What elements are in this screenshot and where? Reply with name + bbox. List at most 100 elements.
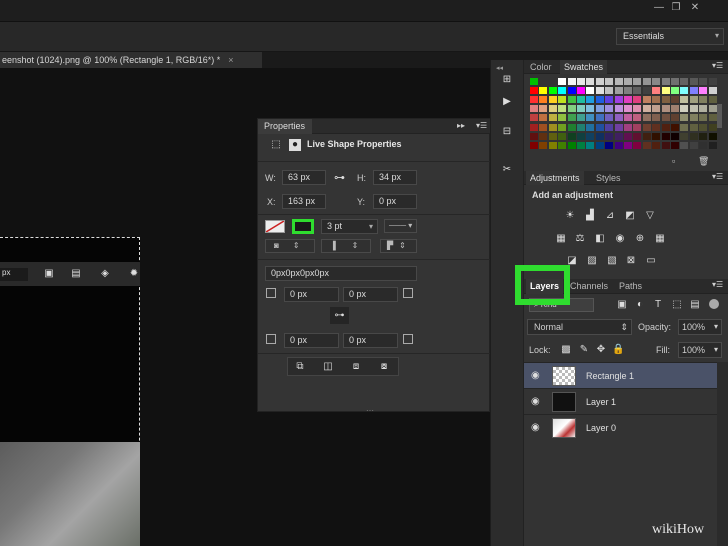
color-swatch[interactable] <box>577 114 585 122</box>
color-swatch[interactable] <box>652 78 661 85</box>
color-swatch[interactable] <box>586 114 595 122</box>
color-swatch[interactable] <box>530 105 538 113</box>
minimize-button[interactable]: — <box>651 2 667 14</box>
color-swatch[interactable] <box>548 141 557 149</box>
color-swatch[interactable] <box>708 105 717 113</box>
color-swatch[interactable] <box>586 96 595 104</box>
color-swatch[interactable] <box>689 114 698 122</box>
color-swatch[interactable] <box>671 123 679 131</box>
color-swatch[interactable] <box>661 87 670 95</box>
resize-grip-icon[interactable]: ⋯ <box>366 406 374 415</box>
color-swatch[interactable] <box>558 96 567 104</box>
tab-adjustments[interactable]: Adjustments <box>526 171 584 185</box>
link-dimensions-icon[interactable]: ⊶ <box>334 171 345 184</box>
corner-radius-summary[interactable]: 0px0px0px0px <box>265 266 417 281</box>
workspace-select[interactable]: Essentials ▾ <box>616 28 724 45</box>
color-swatch[interactable] <box>661 132 670 140</box>
color-swatch[interactable] <box>539 123 548 131</box>
color-swatch[interactable] <box>586 87 595 95</box>
lock-all-icon[interactable]: 🔒 <box>612 344 624 355</box>
brightness-contrast-icon[interactable]: ☀ <box>564 210 576 221</box>
gear-icon[interactable]: ✹ <box>128 268 140 280</box>
color-swatch[interactable] <box>642 123 651 131</box>
color-swatch[interactable] <box>680 78 689 85</box>
collapse-panel-icon[interactable]: ▸▸ <box>457 121 465 130</box>
color-swatch[interactable] <box>558 123 567 131</box>
color-swatch[interactable] <box>680 87 689 95</box>
stroke-type-select[interactable]: ─── ▾ <box>384 219 417 233</box>
color-swatch[interactable] <box>605 114 614 122</box>
color-swatch[interactable] <box>652 141 661 149</box>
eye-icon[interactable]: ◉ <box>531 396 543 408</box>
color-swatch[interactable] <box>661 105 670 113</box>
black-white-icon[interactable]: ◧ <box>594 233 606 244</box>
color-swatch[interactable] <box>595 132 604 140</box>
color-swatch[interactable] <box>539 105 548 113</box>
radius-top-right-field[interactable]: 0 px <box>343 287 398 302</box>
fill-swatch[interactable] <box>265 220 285 233</box>
tab-styles[interactable]: Styles <box>592 171 625 185</box>
color-swatch[interactable] <box>558 114 567 122</box>
color-swatch[interactable] <box>595 105 604 113</box>
color-swatch[interactable] <box>661 114 670 122</box>
eye-icon[interactable]: ◉ <box>531 422 543 434</box>
color-swatch[interactable] <box>671 105 679 113</box>
color-swatch[interactable] <box>614 123 623 131</box>
x-field[interactable]: 163 px <box>282 194 326 209</box>
color-swatch[interactable] <box>539 87 548 95</box>
color-swatch[interactable] <box>699 123 708 131</box>
color-swatch[interactable] <box>708 78 717 85</box>
combine-shapes-icon[interactable]: ⧉ <box>294 361 306 373</box>
color-swatch[interactable] <box>699 78 708 85</box>
tab-paths[interactable]: Paths <box>615 279 646 293</box>
color-swatch[interactable] <box>624 96 632 104</box>
lock-transparent-icon[interactable]: ▩ <box>560 344 572 355</box>
color-swatch[interactable] <box>699 132 708 140</box>
fill-field[interactable]: 100% ▾ <box>678 342 722 358</box>
color-swatch[interactable] <box>567 114 576 122</box>
color-swatch[interactable] <box>539 141 548 149</box>
color-swatch[interactable] <box>595 87 604 95</box>
subtract-front-icon[interactable]: ◫ <box>322 361 334 373</box>
color-swatch[interactable] <box>633 78 642 85</box>
color-swatch[interactable] <box>595 78 604 85</box>
color-swatch[interactable] <box>567 78 576 85</box>
color-swatch[interactable] <box>661 123 670 131</box>
color-swatch[interactable] <box>567 141 576 149</box>
panel-menu-icon[interactable]: ▾☰ <box>476 121 487 130</box>
color-swatch[interactable] <box>642 105 651 113</box>
color-swatch[interactable] <box>708 114 717 122</box>
filter-adjustment-icon[interactable]: ◐ <box>634 299 646 310</box>
filter-shape-icon[interactable]: ⬚ <box>671 299 683 310</box>
color-swatch[interactable] <box>708 132 717 140</box>
color-swatch[interactable] <box>539 114 548 122</box>
color-swatch[interactable] <box>567 105 576 113</box>
radius-bottom-left-field[interactable]: 0 px <box>284 333 339 348</box>
color-swatch[interactable] <box>548 96 557 104</box>
radius-bottom-right-field[interactable]: 0 px <box>343 333 398 348</box>
color-swatch[interactable] <box>642 114 651 122</box>
color-swatch[interactable] <box>633 141 642 149</box>
color-swatch[interactable] <box>567 132 576 140</box>
scrollbar[interactable] <box>717 362 728 546</box>
threshold-icon[interactable]: ▧ <box>606 255 618 266</box>
path-arrangement-icon[interactable]: ◈ <box>99 268 111 280</box>
color-swatch[interactable] <box>689 87 698 95</box>
color-swatch[interactable] <box>633 132 642 140</box>
color-swatch[interactable] <box>548 87 557 95</box>
photo-filter-icon[interactable]: ◉ <box>614 233 626 244</box>
filter-smart-object-icon[interactable]: ▤ <box>689 299 701 310</box>
color-swatch[interactable] <box>699 105 708 113</box>
color-swatch[interactable] <box>577 87 585 95</box>
color-swatch[interactable] <box>633 114 642 122</box>
lock-pixels-icon[interactable]: ✎ <box>578 344 590 355</box>
color-swatch[interactable] <box>605 132 614 140</box>
color-swatch[interactable] <box>530 123 538 131</box>
stroke-align-select[interactable]: ◙ ⇕ <box>265 239 315 253</box>
color-swatch[interactable] <box>624 141 632 149</box>
color-swatch[interactable] <box>548 105 557 113</box>
color-swatch[interactable] <box>689 105 698 113</box>
color-balance-icon[interactable]: ⚖ <box>574 233 586 244</box>
color-swatch[interactable] <box>567 96 576 104</box>
color-swatch[interactable] <box>680 123 689 131</box>
